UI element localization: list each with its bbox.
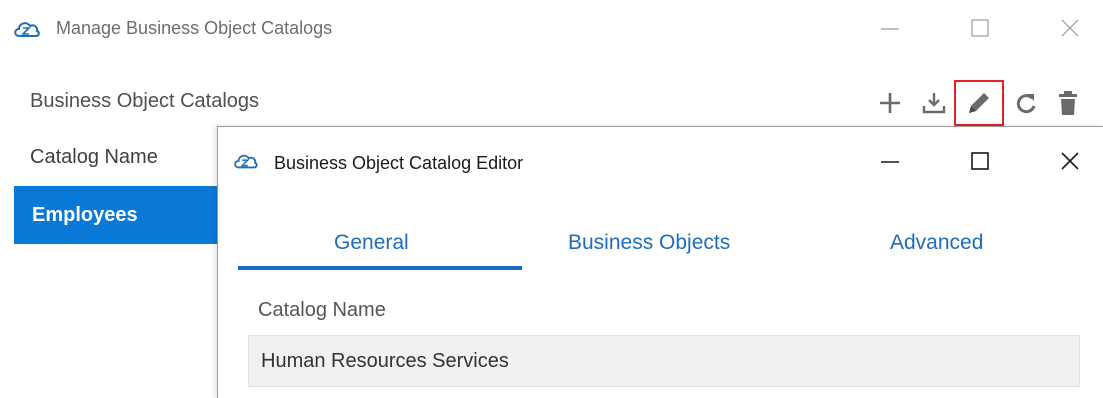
catalog-list-item[interactable]: Employees — [14, 186, 220, 244]
tab-advanced[interactable]: Advanced — [890, 231, 983, 255]
catalog-name-column-header: Catalog Name — [30, 146, 158, 168]
close-icon — [1061, 152, 1079, 170]
dialog-close-button[interactable] — [1050, 143, 1090, 179]
refresh-icon — [1016, 94, 1036, 114]
minimize-button[interactable] — [870, 10, 910, 46]
cloud-icon — [14, 22, 40, 37]
maximize-icon — [971, 152, 989, 170]
dialog-minimize-button[interactable] — [870, 143, 910, 179]
dialog-maximize-button[interactable] — [960, 143, 1000, 179]
close-button[interactable] — [1050, 10, 1090, 46]
refresh-button[interactable] — [1004, 80, 1048, 126]
delete-catalog-button[interactable] — [1046, 80, 1090, 126]
window-title: Manage Business Object Catalogs — [56, 18, 333, 38]
catalog-list-item-label: Employees — [32, 204, 138, 226]
dialog-title: Business Object Catalog Editor — [274, 153, 524, 173]
import-catalog-button[interactable] — [912, 80, 956, 126]
tab-business-objects[interactable]: Business Objects — [568, 231, 730, 255]
pencil-icon — [969, 93, 989, 113]
plus-icon — [880, 93, 900, 113]
minimize-icon — [881, 28, 899, 30]
catalogs-heading: Business Object Catalogs — [30, 90, 260, 112]
maximize-icon — [971, 19, 989, 37]
tab-general[interactable]: General — [334, 231, 409, 255]
edit-catalog-button[interactable] — [954, 80, 1004, 126]
outer-titlebar: Manage Business Object Catalogs — [0, 0, 1103, 60]
catalog-name-label: Catalog Name — [258, 299, 386, 321]
active-tab-indicator — [238, 266, 522, 270]
cloud-icon — [234, 154, 258, 169]
download-icon — [922, 93, 946, 114]
trash-icon — [1059, 91, 1077, 115]
close-icon — [1061, 19, 1079, 37]
minimize-icon — [881, 161, 899, 163]
catalog-editor-dialog: Business Object Catalog Editor General B… — [217, 126, 1103, 398]
maximize-button[interactable] — [960, 10, 1000, 46]
add-catalog-button[interactable] — [868, 80, 912, 126]
catalog-name-input[interactable] — [248, 335, 1080, 387]
